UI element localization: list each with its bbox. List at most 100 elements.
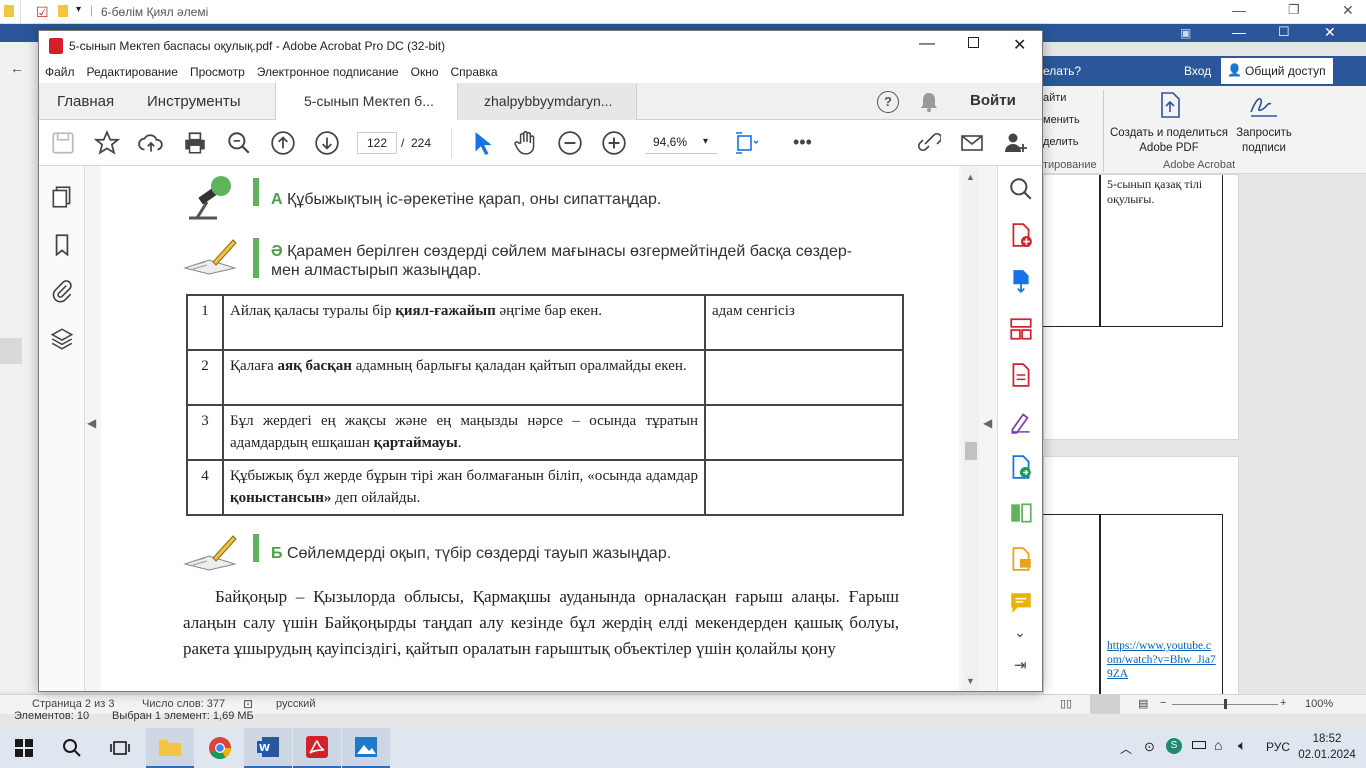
vertical-scrollbar[interactable]: ▲ ▼: [963, 166, 979, 691]
help-icon[interactable]: ?: [877, 91, 899, 113]
attachment-icon[interactable]: [49, 278, 75, 304]
maximize-icon[interactable]: ☐: [1278, 24, 1290, 40]
network-icon[interactable]: ⌂: [1214, 737, 1222, 753]
save-icon[interactable]: [50, 130, 76, 156]
sign-in-button[interactable]: Войти: [970, 92, 1016, 109]
scroll-up-icon[interactable]: ▲: [966, 172, 975, 182]
minimize-icon[interactable]: —: [1232, 2, 1246, 18]
send-for-signature-icon[interactable]: [1008, 454, 1034, 480]
tab-document-2[interactable]: zhalpybbyymdaryn...: [458, 83, 637, 120]
folder-icon[interactable]: [58, 5, 68, 17]
taskbar-acrobat[interactable]: [293, 728, 341, 768]
bookmark-icon[interactable]: [49, 232, 75, 258]
create-pdf-icon[interactable]: [1008, 222, 1034, 248]
ribbon-item-replace[interactable]: менить: [1043, 114, 1080, 126]
login-link[interactable]: Вход: [1184, 64, 1211, 78]
collapse-right-arrow-icon[interactable]: ◀: [983, 416, 992, 430]
search-icon[interactable]: [226, 130, 252, 156]
star-icon[interactable]: [94, 130, 120, 156]
minimize-icon[interactable]: —: [1232, 24, 1246, 40]
more-tools-icon[interactable]: •••: [793, 132, 812, 153]
minimize-icon[interactable]: —: [919, 35, 935, 53]
tab-document-1[interactable]: 5-сынып Мектеп б...: [275, 83, 458, 120]
status-zoom[interactable]: 100%: [1305, 698, 1333, 710]
collapse-left-arrow-icon[interactable]: ◀: [87, 416, 96, 430]
table-cell[interactable]: https://www.youtube.com/watch?v=Bhw_Jia7…: [1100, 514, 1223, 704]
close-icon[interactable]: ✕: [1013, 35, 1026, 55]
clock[interactable]: 18:52 02.01.2024: [1296, 731, 1358, 765]
compare-files-icon[interactable]: [1008, 500, 1034, 526]
zoom-in-icon[interactable]: +: [1280, 697, 1286, 709]
tell-me-search[interactable]: елать?: [1043, 64, 1081, 78]
menu-window[interactable]: Окно: [405, 61, 445, 83]
tab-home[interactable]: Главная: [57, 83, 114, 120]
zoom-in-icon[interactable]: [601, 130, 627, 156]
find-text-icon[interactable]: [1008, 176, 1034, 202]
youtube-link[interactable]: https://www.youtube.com/watch?v=Bhw_Jia7…: [1107, 639, 1216, 681]
page-view-icon[interactable]: [733, 130, 759, 156]
bell-icon[interactable]: [919, 91, 939, 113]
maximize-icon[interactable]: [968, 37, 979, 48]
organize-pages-icon[interactable]: [1008, 316, 1034, 342]
taskbar-file-explorer[interactable]: [146, 728, 194, 768]
read-mode-icon[interactable]: ▯▯: [1060, 697, 1072, 710]
share-link-icon[interactable]: [915, 130, 941, 156]
tray-skype-icon[interactable]: S: [1166, 738, 1182, 754]
page-up-icon[interactable]: [270, 130, 296, 156]
add-user-icon[interactable]: [1003, 130, 1029, 156]
export-pdf-icon[interactable]: [1008, 268, 1034, 294]
battery-icon[interactable]: [1192, 741, 1206, 749]
start-button[interactable]: [0, 728, 48, 768]
zoom-out-icon[interactable]: [557, 130, 583, 156]
zoom-slider-thumb[interactable]: [1224, 699, 1227, 709]
create-share-pdf-button[interactable]: Создать и поделиться Adobe PDF: [1107, 90, 1231, 156]
nav-pane-item[interactable]: [0, 338, 22, 364]
collapse-tools-icon[interactable]: ⇥: [1014, 656, 1027, 674]
page-down-icon[interactable]: [314, 130, 340, 156]
search-button[interactable]: [48, 728, 96, 768]
ribbon-display-icon[interactable]: ▣: [1180, 26, 1191, 40]
tray-app-icon[interactable]: ⊙: [1144, 739, 1155, 755]
zoom-select[interactable]: 94,6% ▾: [645, 132, 717, 154]
tab-tools[interactable]: Инструменты: [147, 83, 241, 120]
print-icon[interactable]: [182, 130, 208, 156]
menu-help[interactable]: Справка: [445, 61, 504, 83]
print-layout-icon[interactable]: [1090, 695, 1120, 714]
chevron-down-icon[interactable]: ▾: [76, 4, 81, 15]
menu-edit[interactable]: Редактирование: [81, 61, 184, 83]
checklist-icon[interactable]: ☑: [36, 4, 49, 21]
scrollbar-thumb[interactable]: [965, 442, 977, 460]
menu-esign[interactable]: Электронное подписание: [251, 61, 405, 83]
task-view-button[interactable]: [96, 728, 144, 768]
share-button[interactable]: 👤 Общий доступ: [1221, 58, 1333, 84]
request-signatures-button[interactable]: Запросить подписи: [1231, 90, 1297, 156]
back-arrow-icon[interactable]: ←: [10, 60, 24, 76]
taskbar-chrome[interactable]: [196, 728, 244, 768]
more-tools-chevron-icon[interactable]: ⌄: [1014, 624, 1026, 641]
email-icon[interactable]: [959, 130, 985, 156]
cloud-upload-icon[interactable]: [138, 130, 164, 156]
menu-file[interactable]: Файл: [39, 61, 81, 83]
tray-chevron-up-icon[interactable]: ︿: [1120, 740, 1132, 757]
restore-icon[interactable]: ❐: [1288, 2, 1300, 18]
scroll-down-icon[interactable]: ▼: [966, 676, 975, 686]
comment-icon[interactable]: [1008, 590, 1034, 616]
web-layout-icon[interactable]: ▤: [1138, 697, 1148, 710]
edit-pdf-icon[interactable]: [1008, 362, 1034, 388]
table-cell[interactable]: 5-сынып қазақ тілі оқулығы.: [1100, 175, 1223, 327]
menu-view[interactable]: Просмотр: [184, 61, 251, 83]
taskbar-photos[interactable]: [342, 728, 390, 768]
layers-icon[interactable]: [49, 326, 75, 352]
close-icon[interactable]: ✕: [1342, 2, 1354, 19]
ribbon-item-find[interactable]: айти: [1043, 92, 1066, 104]
close-icon[interactable]: ✕: [1324, 24, 1336, 41]
volume-icon[interactable]: 🔈︎: [1238, 737, 1246, 754]
select-cursor-icon[interactable]: [469, 130, 495, 156]
ribbon-item-select[interactable]: делить: [1043, 136, 1079, 148]
fill-sign-icon[interactable]: [1008, 408, 1034, 434]
zoom-out-icon[interactable]: −: [1160, 697, 1166, 709]
scan-ocr-icon[interactable]: [1008, 546, 1034, 572]
language-indicator[interactable]: РУС: [1266, 740, 1290, 754]
taskbar-word[interactable]: W: [244, 728, 292, 768]
hand-icon[interactable]: [513, 130, 539, 156]
